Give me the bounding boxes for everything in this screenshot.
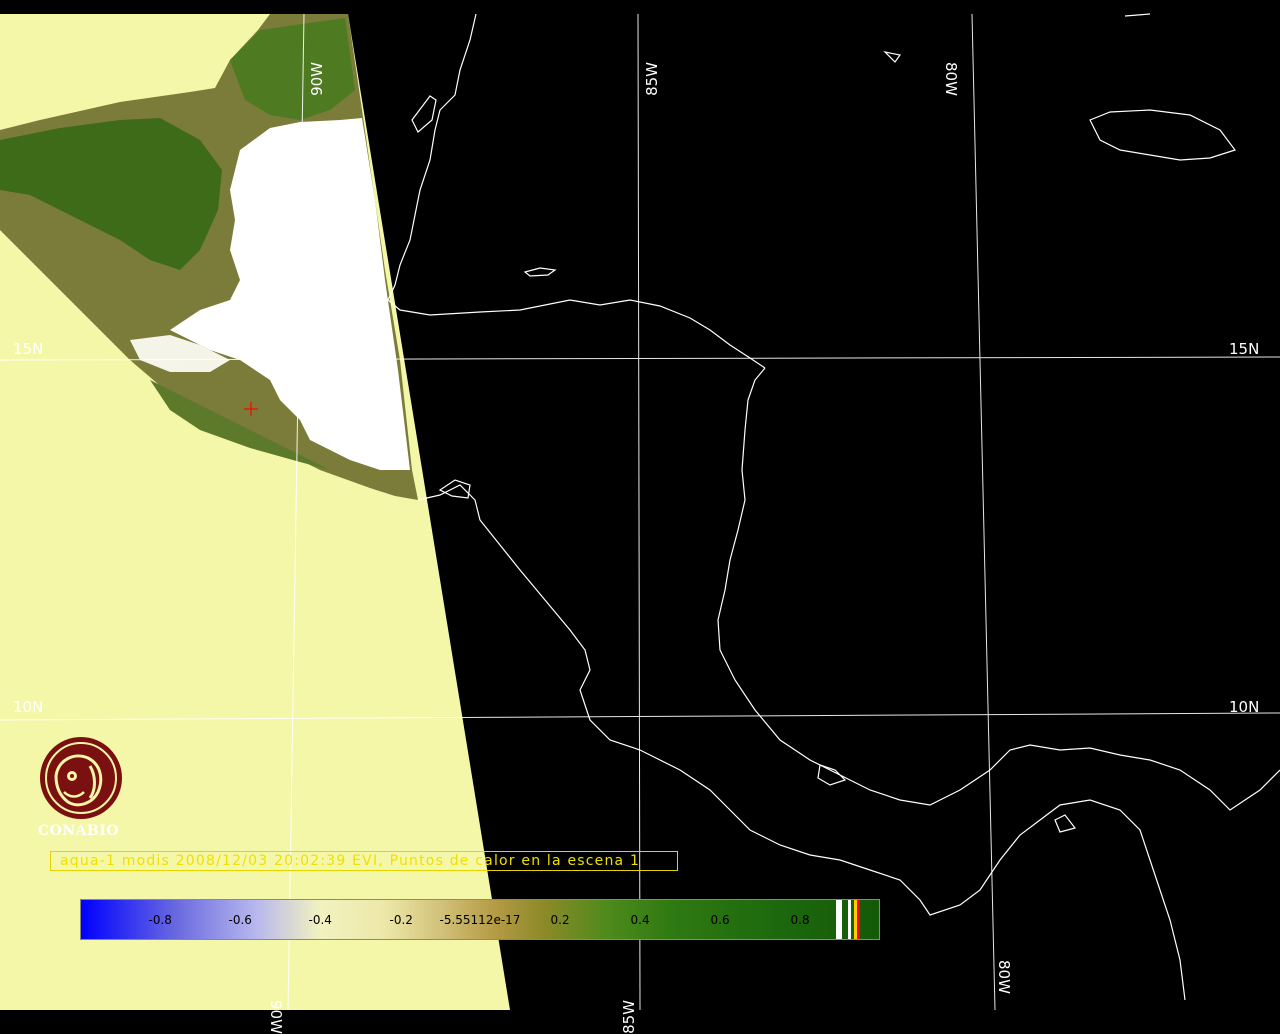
lon-label-80w-top: 80W [942, 62, 960, 96]
colorbar-tick-label: 0.8 [790, 913, 810, 927]
lon-label-90w-top: 90W [308, 62, 326, 96]
colorbar-tick-label: -5.55112e-17 [439, 913, 521, 927]
conabio-logo-text: CONABIO [38, 823, 120, 839]
lat-label-10n-right: 10N [1229, 698, 1260, 716]
caption-text: aqua-1 modis 2008/12/03 20:02:39 EVI, Pu… [60, 853, 641, 869]
colorbar-tick-label: -0.8 [148, 913, 172, 927]
lon-label-85w-top: 85W [643, 62, 661, 96]
lat-label-10n-left: 10N [13, 698, 44, 716]
lon-label-90w-bottom: 90W [267, 1000, 285, 1034]
lat-label-15n-left: 15N [13, 340, 44, 358]
colorbar-tick-label: -0.2 [389, 913, 413, 927]
colorbar-stripe-red [857, 900, 860, 939]
lat-label-15n-right: 15N [1229, 340, 1260, 358]
colorbar-tick-label: -0.4 [308, 913, 332, 927]
colorbar-tick-label: 0.6 [710, 913, 730, 927]
colorbar-tick-label: 0.2 [550, 913, 570, 927]
colorbar-stripe-white [836, 900, 842, 939]
lon-label-85w-bottom: 85W [620, 1000, 638, 1034]
colorbar-stripe-white-2 [848, 900, 851, 939]
colorbar-tick-label: -0.6 [228, 913, 252, 927]
colorbar-tick-label: 0.4 [630, 913, 650, 927]
lon-label-80w-bottom: 80W [995, 960, 1013, 994]
